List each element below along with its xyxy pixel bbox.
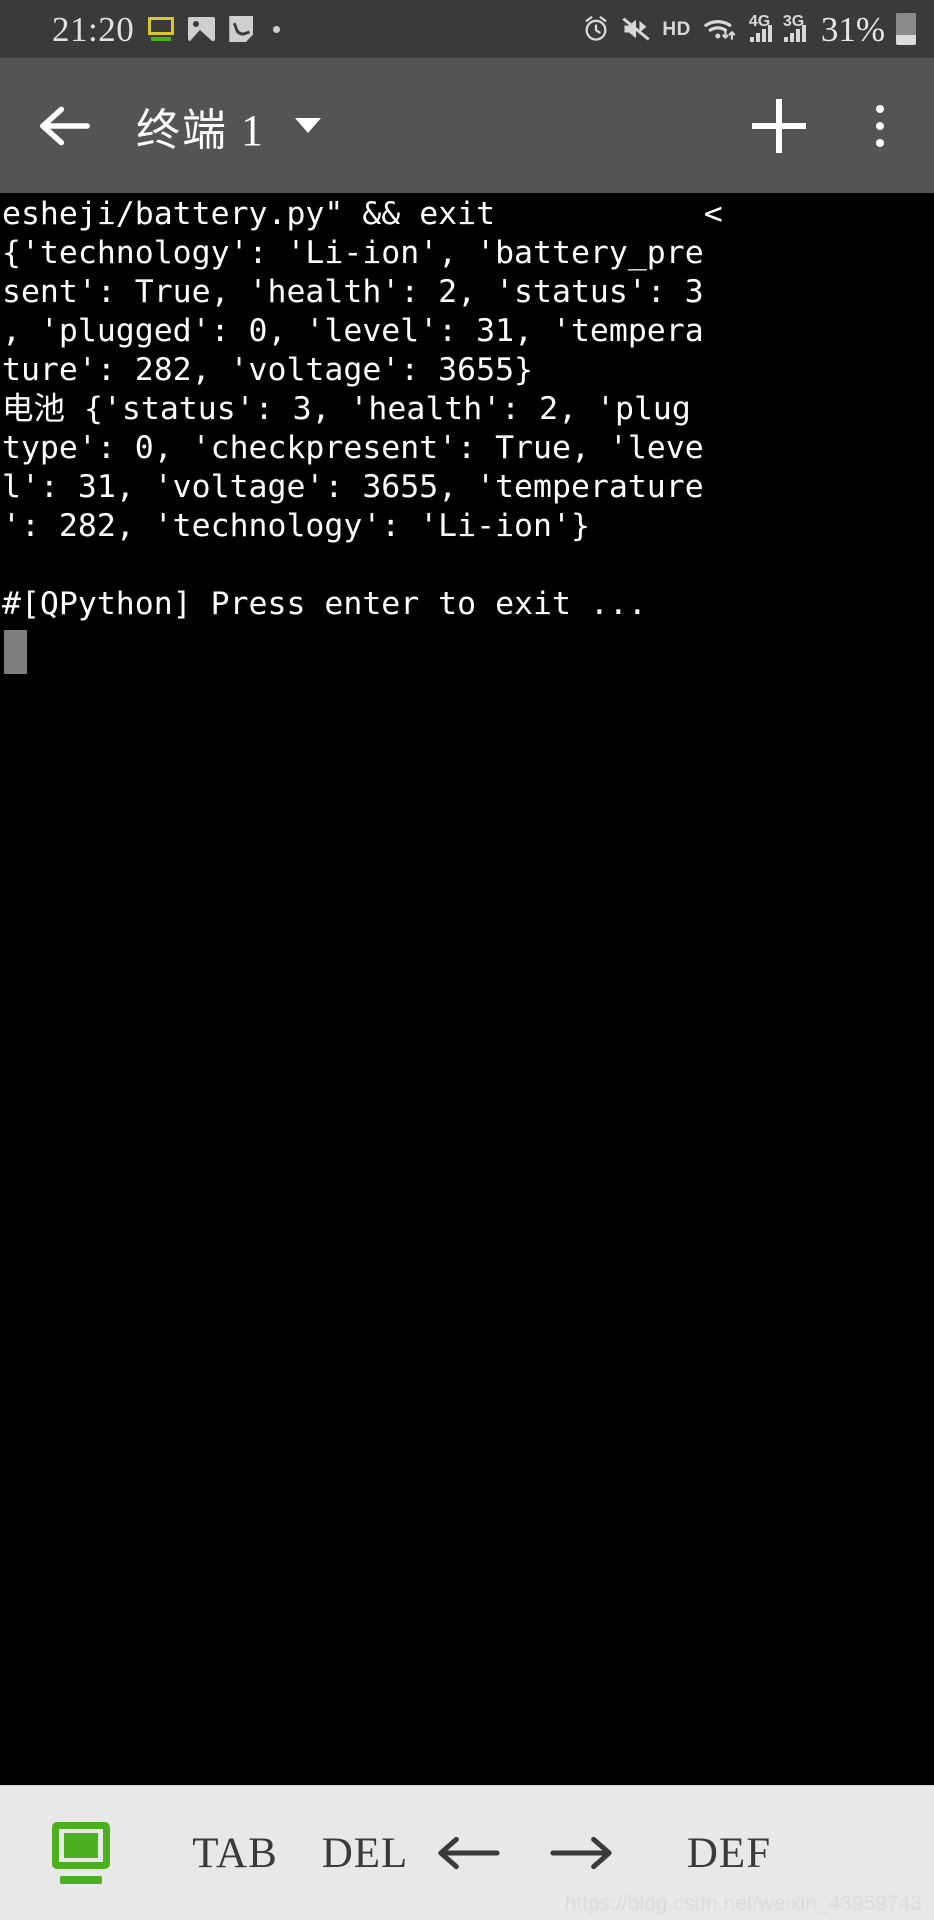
terminal-line: {'technology': 'Li-ion', 'battery_pre <box>2 235 704 271</box>
screen-cast-icon <box>148 17 175 41</box>
mute-icon <box>621 16 651 42</box>
del-key-button[interactable]: DEL <box>300 1786 430 1920</box>
chevron-down-icon[interactable] <box>295 118 321 133</box>
keyboard-toggle-icon[interactable] <box>52 1822 110 1884</box>
note-icon <box>229 16 254 42</box>
hd-icon: HD <box>662 18 691 40</box>
status-bar-left-group: 21:20 <box>0 12 286 47</box>
terminal-line: esheji/battery.py" && exit < <box>2 196 723 232</box>
terminal-line: type': 0, 'checkpresent': True, 'leve <box>2 430 704 466</box>
signal-3g-label: 3G <box>782 13 805 30</box>
alarm-icon <box>582 15 610 43</box>
photo-icon <box>188 17 216 41</box>
signal-3g-icon: 3G <box>782 13 806 42</box>
left-arrow-key-button[interactable] <box>430 1833 506 1873</box>
app-bar: 终端 1 <box>0 58 934 193</box>
phone-screen: 21:20 HD 4G 3G 31% 终端 1 esheji/battery.p… <box>0 0 934 1920</box>
battery-icon <box>896 13 916 45</box>
terminal-line: ture': 282, 'voltage': 3655} <box>2 352 534 388</box>
wifi-icon <box>702 16 738 42</box>
signal-4g-label: 4G <box>748 13 771 30</box>
status-bar: 21:20 HD 4G 3G 31% <box>0 0 934 58</box>
back-arrow-icon[interactable] <box>34 95 96 157</box>
terminal-cursor <box>4 630 27 674</box>
terminal-line: sent': True, 'health': 2, 'status': 3 <box>2 274 704 310</box>
terminal-lines: esheji/battery.py" && exit < {'technolog… <box>0 193 934 674</box>
right-arrow-key-button[interactable] <box>544 1833 620 1873</box>
terminal-line: , 'plugged': 0, 'level': 31, 'tempera <box>2 313 704 349</box>
battery-percent-label: 31% <box>820 9 885 49</box>
dot-icon <box>273 25 281 33</box>
terminal-line: ': 282, 'technology': 'Li-ion'} <box>2 508 590 544</box>
bottom-toolbar: TAB DEL DEF https://blog.csdn.net/weixin… <box>0 1785 934 1920</box>
signal-4g-icon: 4G <box>748 13 772 42</box>
terminal-line: 电池 {'status': 3, 'health': 2, 'plug <box>2 391 691 427</box>
tab-key-button[interactable]: TAB <box>170 1786 300 1920</box>
terminal-line: l': 31, 'voltage': 3655, 'temperature <box>2 469 704 505</box>
status-bar-right-group: HD 4G 3G 31% <box>582 12 916 47</box>
page-title: 终端 1 <box>136 105 265 155</box>
terminal-line: #[QPython] Press enter to exit ... <box>2 586 647 622</box>
overflow-menu-button[interactable] <box>860 95 900 157</box>
watermark-text: https://blog.csdn.net/weixin_43959743 <box>564 1892 922 1915</box>
terminal-output-area[interactable]: esheji/battery.py" && exit < {'technolog… <box>0 193 934 1785</box>
add-terminal-button[interactable] <box>746 93 812 159</box>
status-bar-clock: 21:20 <box>52 9 135 49</box>
